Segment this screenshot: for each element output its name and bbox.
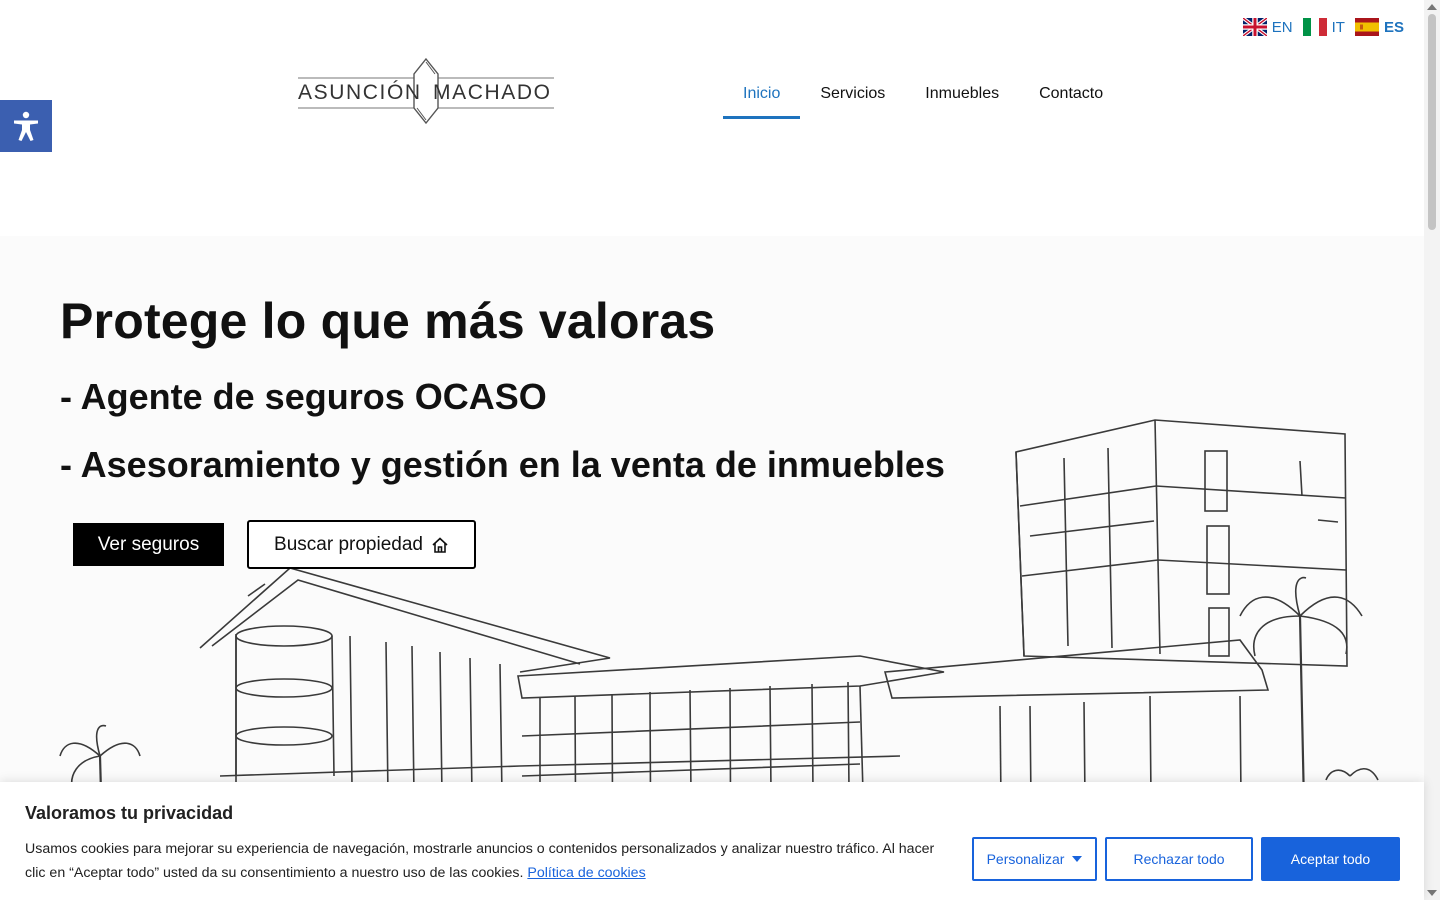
nav-item-contacto[interactable]: Contacto [1019,74,1123,119]
accept-all-button[interactable]: Aceptar todo [1261,837,1400,881]
page-scrollbar[interactable] [1424,0,1440,900]
hero-subtitle-realestate: - Asesoramiento y gestión en la venta de… [60,444,945,485]
scroll-down-arrow-icon[interactable] [1427,890,1437,896]
hero-subtitle-insurance: - Agente de seguros OCASO [60,376,547,417]
ver-seguros-button[interactable]: Ver seguros [73,523,224,566]
home-icon [432,536,448,553]
main-nav: Inicio Servicios Inmuebles Contacto [723,74,1123,119]
lang-en-link[interactable]: EN [1242,18,1293,36]
cookie-policy-link[interactable]: Política de cookies [527,865,645,881]
accessibility-person-icon [14,111,38,141]
buscar-propiedad-button[interactable]: Buscar propiedad [247,520,476,569]
nav-item-servicios[interactable]: Servicios [800,74,905,119]
cookie-description: Usamos cookies para mejorar su experienc… [25,841,935,881]
buscar-propiedad-label: Buscar propiedad [274,533,423,555]
lang-it-label: IT [1331,18,1345,36]
customize-cookies-button[interactable]: Personalizar [972,837,1097,881]
italy-flag-icon [1302,18,1327,36]
reject-all-button[interactable]: Rechazar todo [1105,837,1253,881]
ver-seguros-label: Ver seguros [97,533,200,555]
caret-down-icon [1072,856,1083,862]
logo-text-left: ASUNCIÓN [298,81,422,104]
hero-title: Protege lo que más valoras [60,293,716,349]
nav-item-inmuebles[interactable]: Inmuebles [905,74,1019,119]
scroll-up-arrow-icon[interactable] [1427,4,1437,10]
uk-flag-icon [1242,18,1267,36]
logo-text-right: MACHADO [433,81,552,104]
customize-label: Personalizar [986,851,1065,867]
cookie-text: Usamos cookies para mejorar su experienc… [25,837,955,885]
accessibility-button[interactable] [0,100,52,152]
nav-item-inicio[interactable]: Inicio [723,74,801,119]
cookie-consent-banner: Valoramos tu privacidad Usamos cookies p… [0,782,1424,900]
lang-es-link[interactable]: ES [1354,18,1404,36]
spain-flag-icon [1354,18,1379,36]
language-switcher: EN IT ES [1242,18,1404,36]
site-logo[interactable]: ASUNCIÓN MACHADO [296,56,558,126]
scrollbar-thumb[interactable] [1428,14,1436,230]
cookie-title: Valoramos tu privacidad [25,803,234,823]
lang-it-link[interactable]: IT [1302,18,1345,36]
lang-en-label: EN [1271,18,1293,36]
lang-es-label: ES [1383,18,1404,36]
